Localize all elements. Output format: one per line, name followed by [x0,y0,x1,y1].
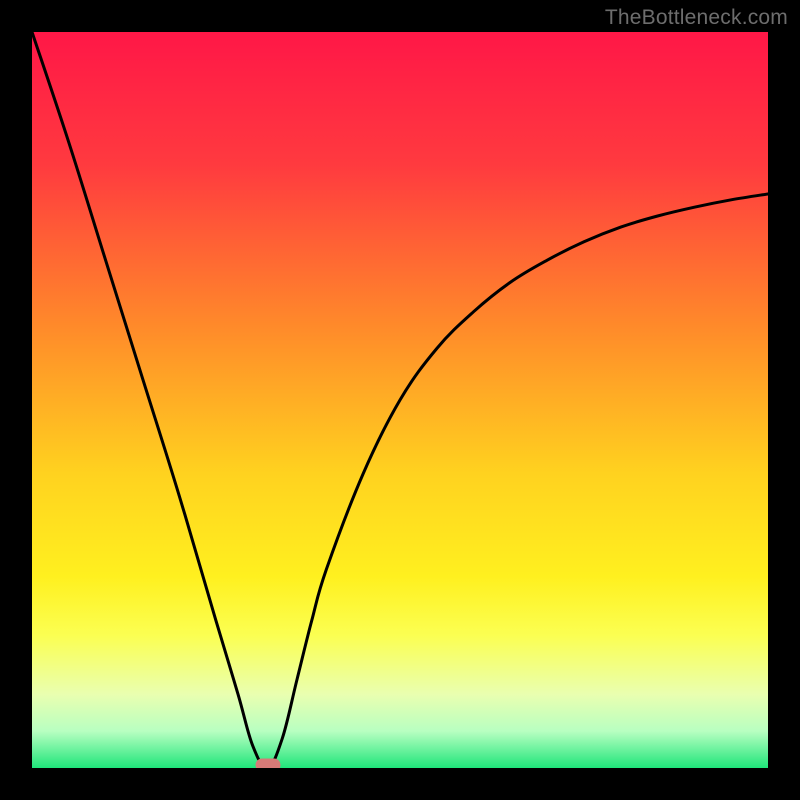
minimum-marker [255,759,280,769]
bottleneck-curve [32,32,768,768]
watermark-text: TheBottleneck.com [605,6,788,30]
chart-frame: TheBottleneck.com [0,0,800,800]
plot-area [32,32,768,768]
